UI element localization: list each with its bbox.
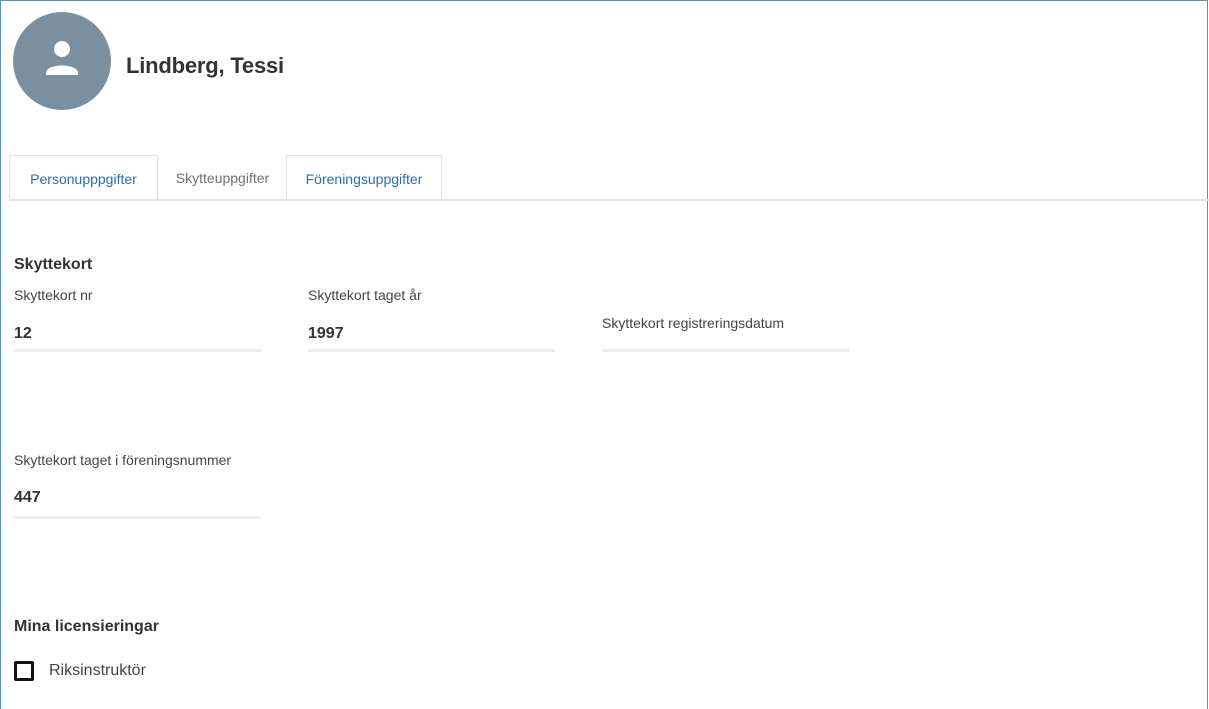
tab-skytteuppgifter[interactable]: Skytteuppgifter xyxy=(159,155,286,199)
skyttekort-regdate-label: Skyttekort registreringsdatum xyxy=(602,315,785,331)
skyttekort-club-label: Skyttekort taget i föreningsnummer xyxy=(14,452,232,468)
skyttekort-nr-underline xyxy=(14,349,261,352)
riksinstruktor-checkbox[interactable] xyxy=(14,661,34,681)
page-frame: Lindberg, Tessi Personupppgifter Skytteu… xyxy=(0,0,1209,709)
avatar xyxy=(13,12,111,110)
tab-personuppgifter[interactable]: Personupppgifter xyxy=(9,155,158,199)
skyttekort-regdate-underline xyxy=(602,349,849,352)
skyttekort-nr-label: Skyttekort nr xyxy=(14,287,93,303)
profile-name: Lindberg, Tessi xyxy=(126,53,284,78)
skyttekort-club-underline xyxy=(14,516,261,519)
section-title-skyttekort: Skyttekort xyxy=(14,256,93,273)
skyttekort-year-label: Skyttekort taget år xyxy=(308,287,422,303)
skyttekort-nr-field[interactable]: 12 xyxy=(14,325,32,343)
skyttekort-year-field[interactable]: 1997 xyxy=(308,325,344,343)
skyttekort-club-field[interactable]: 447 xyxy=(14,489,41,507)
riksinstruktor-label: Riksinstruktör xyxy=(49,662,146,679)
tab-foreningsuppgifter[interactable]: Föreningsuppgifter xyxy=(286,155,442,199)
tab-bar: Personupppgifter Skytteuppgifter Förenin… xyxy=(9,155,1209,201)
section-title-licenses: Mina licensieringar xyxy=(14,618,159,635)
skyttekort-year-underline xyxy=(308,349,555,352)
